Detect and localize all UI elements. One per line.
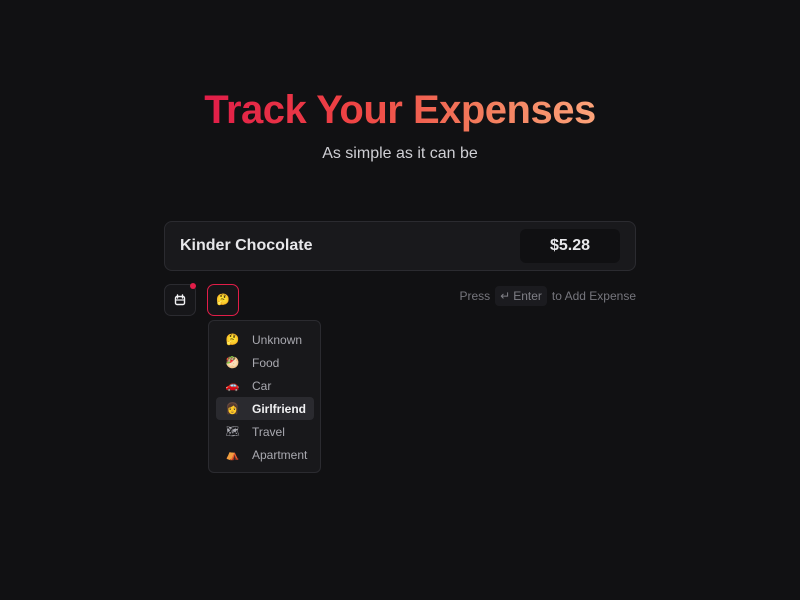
enter-key-icon: ↵ <box>500 289 511 303</box>
category-option-label: Unknown <box>252 332 303 347</box>
category-option-label: Apartment <box>252 447 308 462</box>
notification-dot <box>190 283 196 289</box>
category-option-apartment[interactable]: ⛺ Apartment <box>216 443 314 466</box>
category-select-button[interactable]: 🤔 <box>207 284 239 316</box>
category-option-label: Food <box>252 355 280 370</box>
category-option-travel[interactable]: 🗺 Travel <box>216 420 314 443</box>
expense-name-input[interactable]: Kinder Chocolate <box>180 222 312 270</box>
map-icon: 🗺 <box>225 425 240 438</box>
hero-section: Track Your Expenses As simple as it can … <box>0 84 800 166</box>
enter-key-label: Enter <box>513 289 542 303</box>
category-dropdown: 🤔 Unknown 🥙 Food 🚗 Car 👩 Girlfriend 🗺 Tr… <box>208 320 321 473</box>
calendar-icon <box>174 294 186 306</box>
tent-icon: ⛺ <box>225 448 240 461</box>
category-option-girlfriend[interactable]: 👩 Girlfriend <box>216 397 314 420</box>
expense-entry-form: Kinder Chocolate $5.28 <box>164 221 636 271</box>
expense-controls: 🤔 Press ↵ Enter to Add Expense <box>164 283 636 316</box>
hint-prefix: Press <box>459 289 491 303</box>
car-icon: 🚗 <box>225 379 240 392</box>
woman-icon: 👩 <box>225 402 240 415</box>
category-option-car[interactable]: 🚗 Car <box>216 374 314 397</box>
hint-suffix: to Add Expense <box>551 289 636 303</box>
category-option-unknown[interactable]: 🤔 Unknown <box>216 328 314 351</box>
category-option-label: Girlfriend <box>252 401 307 416</box>
thinking-face-icon: 🤔 <box>225 333 240 346</box>
page-title: Track Your Expenses <box>204 84 596 136</box>
thinking-face-icon: 🤔 <box>216 293 230 306</box>
enter-key-badge: ↵ Enter <box>495 286 547 306</box>
category-option-food[interactable]: 🥙 Food <box>216 351 314 374</box>
expense-amount-input[interactable]: $5.28 <box>520 229 620 263</box>
expense-tracker-page: Track Your Expenses As simple as it can … <box>0 0 800 600</box>
add-expense-hint: Press ↵ Enter to Add Expense <box>459 284 636 308</box>
food-icon: 🥙 <box>225 356 240 369</box>
page-subtitle: As simple as it can be <box>322 145 478 162</box>
calendar-button[interactable] <box>164 283 196 316</box>
category-option-label: Car <box>252 378 272 393</box>
category-option-label: Travel <box>252 424 285 439</box>
